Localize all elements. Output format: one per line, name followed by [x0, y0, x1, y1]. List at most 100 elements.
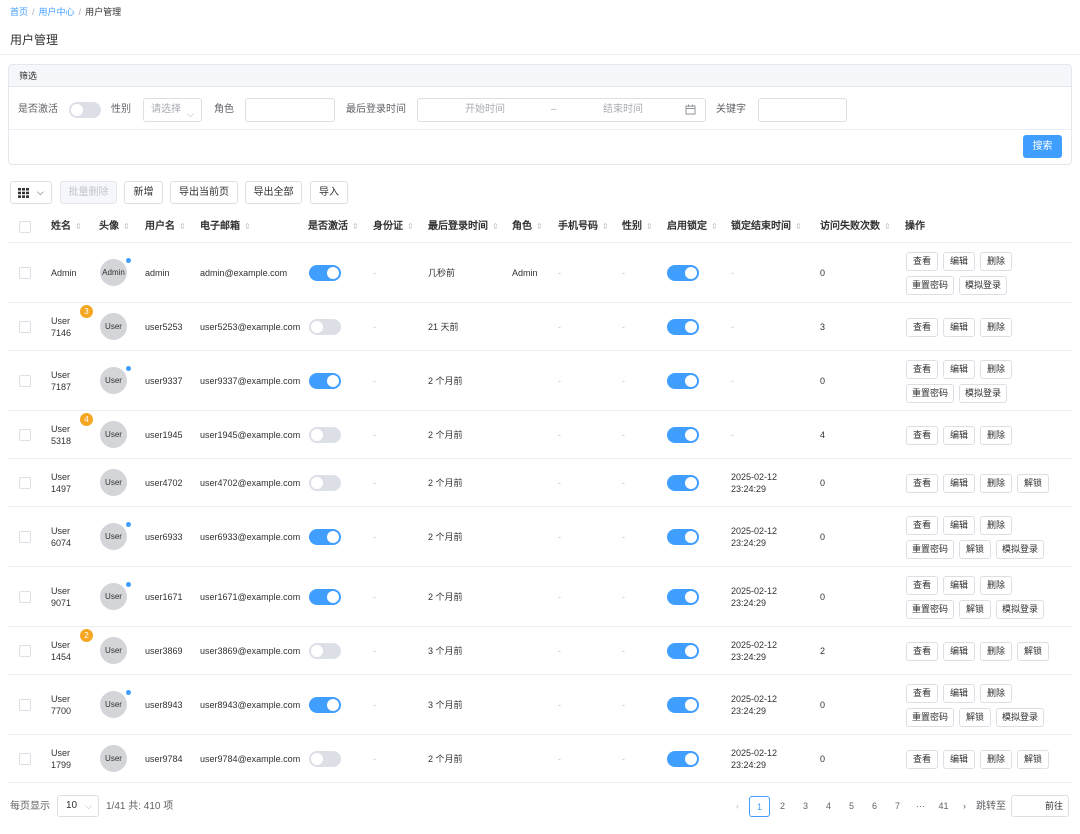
lock-switch[interactable]: [667, 427, 699, 443]
sort-icon[interactable]: ⇕: [244, 222, 251, 231]
unlock-button[interactable]: 解锁: [959, 600, 991, 619]
go-button[interactable]: 前往: [1045, 796, 1063, 816]
active-switch[interactable]: [309, 697, 341, 713]
column-header-role[interactable]: 角色 ⇕: [512, 212, 543, 242]
page-number[interactable]: 5: [841, 796, 862, 817]
sort-icon[interactable]: ⇕: [492, 222, 499, 231]
active-switch[interactable]: [309, 751, 341, 767]
edit-button[interactable]: 编辑: [943, 750, 975, 769]
page-number[interactable]: 3: [795, 796, 816, 817]
page-number[interactable]: 2: [772, 796, 793, 817]
page-ellipsis[interactable]: ···: [910, 796, 931, 817]
impersonate-button[interactable]: 模拟登录: [959, 384, 1007, 403]
column-header-active[interactable]: 是否激活 ⇕: [308, 212, 359, 242]
row-checkbox[interactable]: [19, 267, 31, 279]
delete-button[interactable]: 删除: [980, 516, 1012, 535]
impersonate-button[interactable]: 模拟登录: [996, 708, 1044, 727]
active-switch[interactable]: [309, 529, 341, 545]
column-header-email[interactable]: 电子邮箱 ⇕: [200, 212, 251, 242]
lock-switch[interactable]: [667, 643, 699, 659]
active-switch[interactable]: [309, 427, 341, 443]
edit-button[interactable]: 编辑: [943, 642, 975, 661]
edit-button[interactable]: 编辑: [943, 252, 975, 271]
unlock-button[interactable]: 解锁: [1017, 642, 1049, 661]
row-checkbox[interactable]: [19, 753, 31, 765]
edit-button[interactable]: 编辑: [943, 684, 975, 703]
row-checkbox[interactable]: [19, 375, 31, 387]
column-header-username[interactable]: 用户名 ⇕: [145, 212, 186, 242]
lock-switch[interactable]: [667, 589, 699, 605]
row-checkbox[interactable]: [19, 531, 31, 543]
sort-icon[interactable]: ⇕: [884, 222, 891, 231]
export-all-button[interactable]: 导出全部: [245, 181, 302, 204]
view-button[interactable]: 查看: [906, 576, 938, 595]
search-button[interactable]: 搜索: [1023, 135, 1062, 158]
page-number[interactable]: 41: [933, 796, 954, 817]
delete-button[interactable]: 删除: [980, 684, 1012, 703]
sort-icon[interactable]: ⇕: [123, 222, 130, 231]
per-page-select[interactable]: 10 ⌵: [57, 795, 99, 817]
sort-icon[interactable]: ⇕: [646, 222, 653, 231]
delete-button[interactable]: 删除: [980, 642, 1012, 661]
lock-switch[interactable]: [667, 475, 699, 491]
impersonate-button[interactable]: 模拟登录: [959, 276, 1007, 295]
edit-button[interactable]: 编辑: [943, 360, 975, 379]
delete-button[interactable]: 删除: [980, 576, 1012, 595]
prev-page-button[interactable]: ‹: [727, 796, 748, 817]
import-button[interactable]: 导入: [310, 181, 348, 204]
delete-button[interactable]: 删除: [980, 426, 1012, 445]
sort-icon[interactable]: ⇕: [407, 222, 414, 231]
keyword-input[interactable]: [758, 98, 847, 122]
unlock-button[interactable]: 解锁: [959, 708, 991, 727]
active-switch[interactable]: [309, 373, 341, 389]
sort-icon[interactable]: ⇕: [352, 222, 359, 231]
export-current-page-button[interactable]: 导出当前页: [170, 181, 238, 204]
delete-button[interactable]: 删除: [980, 474, 1012, 493]
lock-switch[interactable]: [667, 529, 699, 545]
row-checkbox[interactable]: [19, 591, 31, 603]
edit-button[interactable]: 编辑: [943, 576, 975, 595]
unlock-button[interactable]: 解锁: [1017, 474, 1049, 493]
delete-button[interactable]: 删除: [980, 318, 1012, 337]
sort-icon[interactable]: ⇕: [75, 222, 82, 231]
page-number[interactable]: 7: [887, 796, 908, 817]
row-checkbox[interactable]: [19, 645, 31, 657]
active-filter-switch[interactable]: [69, 102, 101, 118]
reset-password-button[interactable]: 重置密码: [906, 708, 954, 727]
row-checkbox[interactable]: [19, 477, 31, 489]
unlock-button[interactable]: 解锁: [1017, 750, 1049, 769]
column-header-id-card[interactable]: 身份证 ⇕: [373, 212, 414, 242]
edit-button[interactable]: 编辑: [943, 318, 975, 337]
view-button[interactable]: 查看: [906, 318, 938, 337]
row-checkbox[interactable]: [19, 321, 31, 333]
column-header-last-login[interactable]: 最后登录时间 ⇕: [428, 212, 499, 242]
page-number[interactable]: 6: [864, 796, 885, 817]
column-header-lock[interactable]: 启用锁定 ⇕: [667, 212, 718, 242]
delete-button[interactable]: 删除: [980, 252, 1012, 271]
row-checkbox[interactable]: [19, 699, 31, 711]
view-button[interactable]: 查看: [906, 642, 938, 661]
sort-icon[interactable]: ⇕: [179, 222, 186, 231]
active-switch[interactable]: [309, 265, 341, 281]
unlock-button[interactable]: 解锁: [959, 540, 991, 559]
breadcrumb-home[interactable]: 首页: [10, 7, 28, 17]
lock-switch[interactable]: [667, 373, 699, 389]
page-number[interactable]: 4: [818, 796, 839, 817]
impersonate-button[interactable]: 模拟登录: [996, 600, 1044, 619]
lock-switch[interactable]: [667, 319, 699, 335]
delete-button[interactable]: 删除: [980, 750, 1012, 769]
sort-icon[interactable]: ⇕: [536, 222, 543, 231]
view-button[interactable]: 查看: [906, 360, 938, 379]
role-input[interactable]: [245, 98, 335, 122]
view-button[interactable]: 查看: [906, 474, 938, 493]
edit-button[interactable]: 编辑: [943, 426, 975, 445]
active-switch[interactable]: [309, 589, 341, 605]
jump-to-input[interactable]: 前往: [1011, 795, 1069, 817]
sort-icon[interactable]: ⇕: [795, 222, 802, 231]
view-button[interactable]: 查看: [906, 750, 938, 769]
page-number[interactable]: 1: [749, 796, 770, 817]
active-switch[interactable]: [309, 475, 341, 491]
impersonate-button[interactable]: 模拟登录: [996, 540, 1044, 559]
column-header-name[interactable]: 姓名 ⇕: [51, 212, 82, 242]
delete-button[interactable]: 删除: [980, 360, 1012, 379]
